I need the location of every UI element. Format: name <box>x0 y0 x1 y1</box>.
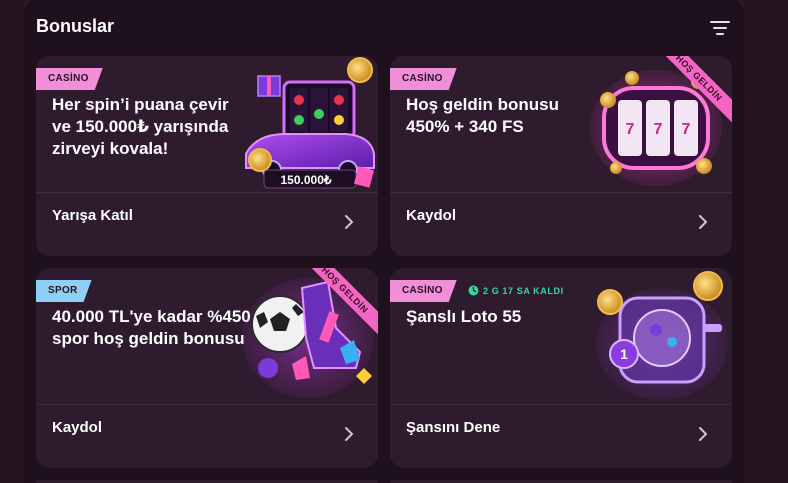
bonus-card-lotto: CASİNO 2 G 17 SA KALDI Şanslı Loto 55 1 … <box>390 268 732 468</box>
bonus-card-welcome-sport-body[interactable]: SPOR 40.000 TL'ye kadar %450 spor hoş ge… <box>36 268 378 404</box>
bonus-card-race: CASİNO Her spin’i puana çevir ve 150.000… <box>36 56 378 256</box>
category-badge: CASİNO <box>36 68 103 90</box>
action-label: Şansını Dene <box>406 419 501 436</box>
chevron-right-icon <box>699 427 707 441</box>
lotto-machine-illustration: 1 <box>596 271 728 400</box>
action-label: Kaydol <box>52 419 103 436</box>
filter-icon <box>710 21 730 35</box>
svg-text:7: 7 <box>654 121 663 138</box>
action-label: Yarışa Katıl <box>52 207 133 224</box>
category-badge: CASİNO <box>390 280 457 302</box>
prize-amount-label: 150.000₺ <box>280 173 331 187</box>
bonus-title: Hoş geldin bonusu 450% + 340 FS <box>406 95 559 136</box>
page-frame-left <box>0 0 24 483</box>
bonus-card-welcome-casino-body[interactable]: CASİNO Hoş geldin bonusu 450% + 340 FS 7 <box>390 56 732 192</box>
bonus-title: Her spin’i puana çevir ve 150.000₺ yarış… <box>52 95 229 158</box>
bonus-title: 40.000 TL'ye kadar %450 spor hoş geldin … <box>52 307 251 348</box>
join-race-button[interactable]: Yarışa Katıl <box>36 193 378 256</box>
svg-text:7: 7 <box>626 121 635 138</box>
register-button[interactable]: Kaydol <box>390 193 732 256</box>
slot-machine-illustration: 7 7 7 <box>590 70 722 186</box>
action-label: Kaydol <box>406 207 457 224</box>
category-badge: SPOR <box>36 280 92 302</box>
filter-button[interactable] <box>708 16 732 40</box>
register-button[interactable]: Kaydol <box>36 405 378 468</box>
page-frame-right <box>744 0 788 483</box>
bonus-title: Şanslı Loto 55 <box>406 307 522 326</box>
time-left-text: 2 G 17 SA KALDI <box>483 285 564 296</box>
panel-title: Bonuslar <box>36 16 115 36</box>
clock-icon <box>468 285 479 296</box>
bonus-card-lotto-body[interactable]: CASİNO 2 G 17 SA KALDI Şanslı Loto 55 1 <box>390 268 732 404</box>
svg-text:7: 7 <box>682 121 691 138</box>
chevron-right-icon <box>345 427 353 441</box>
try-luck-button[interactable]: Şansını Dene <box>390 405 732 468</box>
time-left-indicator: 2 G 17 SA KALDI <box>468 285 564 296</box>
bonuses-panel: Bonuslar CASİNO Her spin’i puana çevir v… <box>24 0 744 483</box>
bonus-card-race-body[interactable]: CASİNO Her spin’i puana çevir ve 150.000… <box>36 56 378 192</box>
svg-text:1: 1 <box>620 346 628 362</box>
soccer-ball-boot-illustration <box>242 278 374 398</box>
bonus-card-welcome-sport: SPOR 40.000 TL'ye kadar %450 spor hoş ge… <box>36 268 378 468</box>
chevron-right-icon <box>345 215 353 229</box>
chevron-right-icon <box>699 215 707 229</box>
category-badge: CASİNO <box>390 68 457 90</box>
bonus-card-welcome-casino: CASİNO Hoş geldin bonusu 450% + 340 FS 7 <box>390 56 732 256</box>
race-car-slot-illustration: 150.000₺ <box>245 57 375 189</box>
